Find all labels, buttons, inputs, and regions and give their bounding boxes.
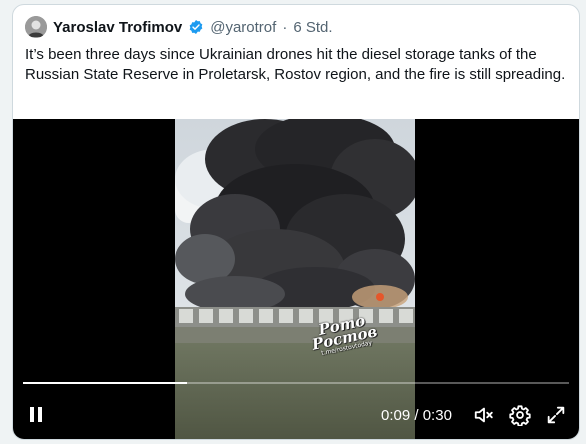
pause-icon[interactable] (27, 405, 45, 423)
author-handle[interactable]: @yarotrof (210, 19, 276, 36)
duration: 0:30 (422, 407, 452, 424)
video-player[interactable]: Рото Ростов t.me/rostovtoday 0:09 / 0:30 (13, 119, 579, 439)
video-progress-bar[interactable] (23, 382, 569, 384)
volume-muted-icon[interactable] (473, 404, 495, 426)
fullscreen-expand-icon[interactable] (545, 404, 567, 426)
gear-icon[interactable] (509, 404, 531, 426)
author-name[interactable]: Yaroslav Trofimov (53, 19, 182, 36)
avatar[interactable] (25, 16, 47, 38)
tweet-text: It’s been three days since Ukrainian dro… (25, 46, 566, 83)
tweet-card[interactable]: Yaroslav Trofimov @yarotrof · 6 Std. It’… (12, 4, 580, 440)
video-progress-fill (23, 382, 187, 384)
current-time: 0:09 (381, 407, 411, 424)
verified-badge-icon (189, 20, 203, 34)
video-timecode: 0:09 / 0:30 (381, 407, 452, 424)
time-separator: / (414, 407, 419, 424)
tweet-timestamp[interactable]: 6 Std. (293, 19, 332, 36)
video-frame[interactable]: Рото Ростов t.me/rostovtoday (175, 119, 415, 439)
tweet-header: Yaroslav Trofimov @yarotrof · 6 Std. (25, 15, 333, 39)
header-separator: · (282, 18, 288, 36)
